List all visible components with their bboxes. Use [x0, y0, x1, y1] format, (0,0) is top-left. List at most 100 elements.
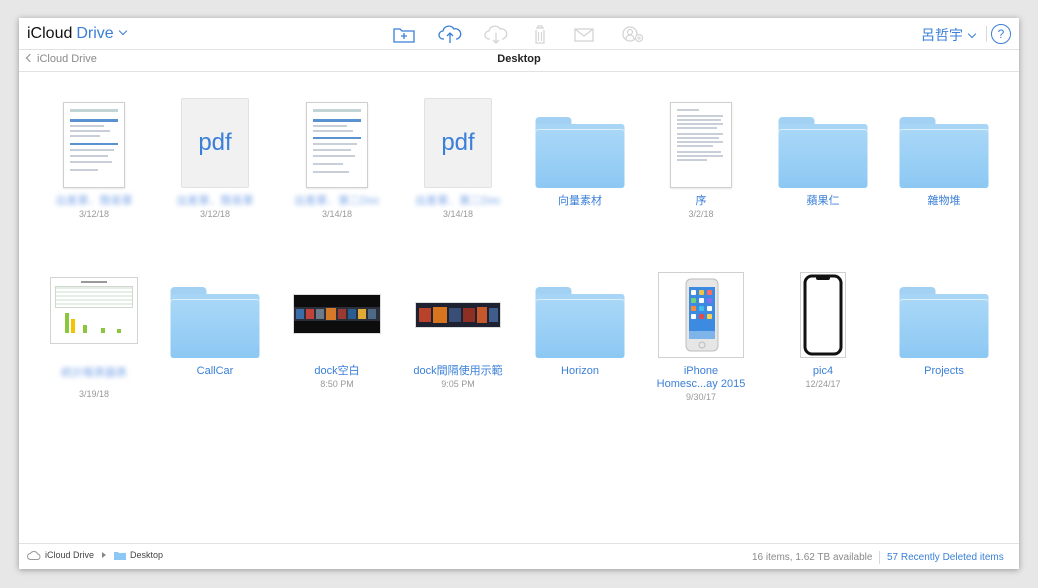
folder-name: 蘋果仁: [806, 195, 840, 207]
folder-icon: [114, 551, 127, 560]
delete-button[interactable]: [527, 22, 553, 46]
file-item[interactable]: 序 3/2/18: [646, 98, 756, 220]
file-name: 統計報表圖表: [61, 367, 127, 379]
folder-icon: [535, 117, 625, 188]
folder-title: Desktop: [497, 53, 541, 65]
folder-name: Projects: [924, 365, 964, 377]
breadcrumb-root[interactable]: iCloud Drive: [45, 550, 94, 560]
document-thumbnail: [39, 98, 149, 188]
file-item[interactable]: pic4 12/24/17: [768, 268, 878, 390]
file-date: 8:50 PM: [320, 379, 354, 389]
file-item[interactable]: iPhone Homesc...ay 2015 9/30/17: [646, 268, 756, 403]
file-item[interactable]: dock空白 8:50 PM: [282, 268, 392, 390]
file-date: 3/14/18: [321, 209, 353, 219]
app-name: Drive: [76, 25, 114, 42]
icloud-drive-window: iCloud Drive 呂哲宇 ? iCloud Drive Desktop …: [19, 18, 1019, 569]
folder-item[interactable]: 雜物堆: [889, 98, 999, 208]
file-name: iPhone: [683, 365, 719, 377]
folder-item[interactable]: CallCar: [160, 268, 270, 378]
image-thumbnail: [403, 268, 513, 358]
app-brand: iCloud: [27, 25, 73, 42]
document-thumbnail: pdf: [403, 98, 513, 188]
folder-icon: [535, 287, 625, 358]
file-item[interactable]: dock間隔使用示範 9:05 PM: [403, 268, 513, 390]
folder-item[interactable]: 蘋果仁: [768, 98, 878, 208]
folder-thumbnail: [525, 98, 635, 188]
file-name: dock間隔使用示範: [413, 365, 503, 377]
file-date: 3/2/18: [688, 209, 714, 219]
file-name: 序: [695, 195, 707, 207]
folder-item[interactable]: Horizon: [525, 268, 635, 378]
mail-button[interactable]: [571, 22, 597, 46]
file-name: 出差單．簡易單: [55, 195, 133, 207]
folder-icon: [899, 117, 989, 188]
folder-name: 向量素材: [558, 195, 602, 207]
form-document-icon: [306, 102, 368, 188]
pdf-icon: pdf: [424, 98, 492, 188]
file-item[interactable]: 出差單．第二Doc 3/14/18: [282, 98, 392, 220]
pdf-icon-text: pdf: [198, 129, 232, 156]
folder-thumbnail: [525, 268, 635, 358]
file-date: 3/12/18: [199, 209, 231, 219]
storage-status: 16 items, 1.62 TB available: [752, 552, 873, 563]
download-button[interactable]: [483, 22, 509, 46]
file-item[interactable]: pdf 出差單．簡易單 3/12/18: [160, 98, 270, 220]
trash-icon: [535, 25, 545, 44]
recently-deleted-link[interactable]: 57 Recently Deleted items: [887, 552, 1004, 563]
file-name: pic4: [812, 365, 834, 377]
file-name-line2: Homesc...ay 2015: [656, 378, 746, 390]
file-date: 3/12/18: [78, 209, 110, 219]
envelope-icon: [574, 28, 594, 42]
share-button[interactable]: [619, 22, 645, 46]
text-document-icon: [670, 102, 732, 188]
file-item[interactable]: pdf 出差單．第二Doc 3/14/18: [403, 98, 513, 220]
toolbar-divider: [986, 26, 987, 42]
folder-thumbnail: [889, 268, 999, 358]
folder-thumbnail: [768, 98, 878, 188]
folder-icon: [899, 287, 989, 358]
file-date: 9:05 PM: [441, 379, 475, 389]
file-date: 3/19/18: [78, 389, 110, 399]
chevron-down-icon: [967, 29, 977, 39]
chevron-down-icon: [118, 26, 127, 36]
file-item[interactable]: 出差單．簡易單 3/12/18: [39, 98, 149, 220]
account-menu[interactable]: 呂哲宇: [921, 25, 977, 45]
folder-plus-icon: [393, 28, 415, 43]
file-date: 12/24/17: [805, 379, 841, 389]
document-thumbnail: [282, 98, 392, 188]
file-date: 3/14/18: [442, 209, 474, 219]
cloud-icon: [27, 550, 41, 560]
image-thumbnail: [282, 268, 392, 358]
folder-item[interactable]: 向量素材: [525, 98, 635, 208]
folder-item[interactable]: Projects: [889, 268, 999, 378]
folder-thumbnail: [160, 268, 270, 358]
toolbar: iCloud Drive 呂哲宇 ?: [19, 18, 1019, 50]
breadcrumb-current[interactable]: Desktop: [130, 550, 163, 560]
new-folder-button[interactable]: [391, 22, 417, 46]
file-item[interactable]: 統計報表圖表 3/19/18: [39, 268, 149, 400]
pdf-icon-text: pdf: [441, 129, 475, 156]
image-thumbnail: [768, 268, 878, 358]
file-name: 出差單．簡易單: [176, 195, 254, 207]
pdf-icon: pdf: [181, 98, 249, 188]
dock-screenshot-image: [293, 294, 381, 334]
folder-name: CallCar: [196, 365, 234, 377]
upload-button[interactable]: [437, 22, 463, 46]
breadcrumb: iCloud Drive Desktop: [27, 550, 163, 560]
breadcrumb-separator-icon: [102, 552, 107, 558]
share-person-icon: [622, 26, 644, 43]
folder-name: Horizon: [561, 365, 599, 377]
app-switcher[interactable]: iCloud Drive: [27, 24, 127, 44]
document-thumbnail: [39, 268, 149, 358]
user-name: 呂哲宇: [921, 27, 963, 43]
help-button[interactable]: ?: [991, 24, 1011, 44]
document-thumbnail: pdf: [160, 98, 270, 188]
folder-thumbnail: [889, 98, 999, 188]
spreadsheet-chart-icon: [50, 277, 138, 344]
iphone-homescreen-image: [658, 272, 744, 358]
document-thumbnail: [646, 98, 756, 188]
file-name: 出差單．第二Doc: [294, 195, 380, 207]
status-bar: iCloud Drive Desktop 16 items, 1.62 TB a…: [19, 543, 1019, 569]
footer-divider: [879, 551, 880, 564]
navigation-bar: iCloud Drive Desktop: [19, 49, 1019, 72]
